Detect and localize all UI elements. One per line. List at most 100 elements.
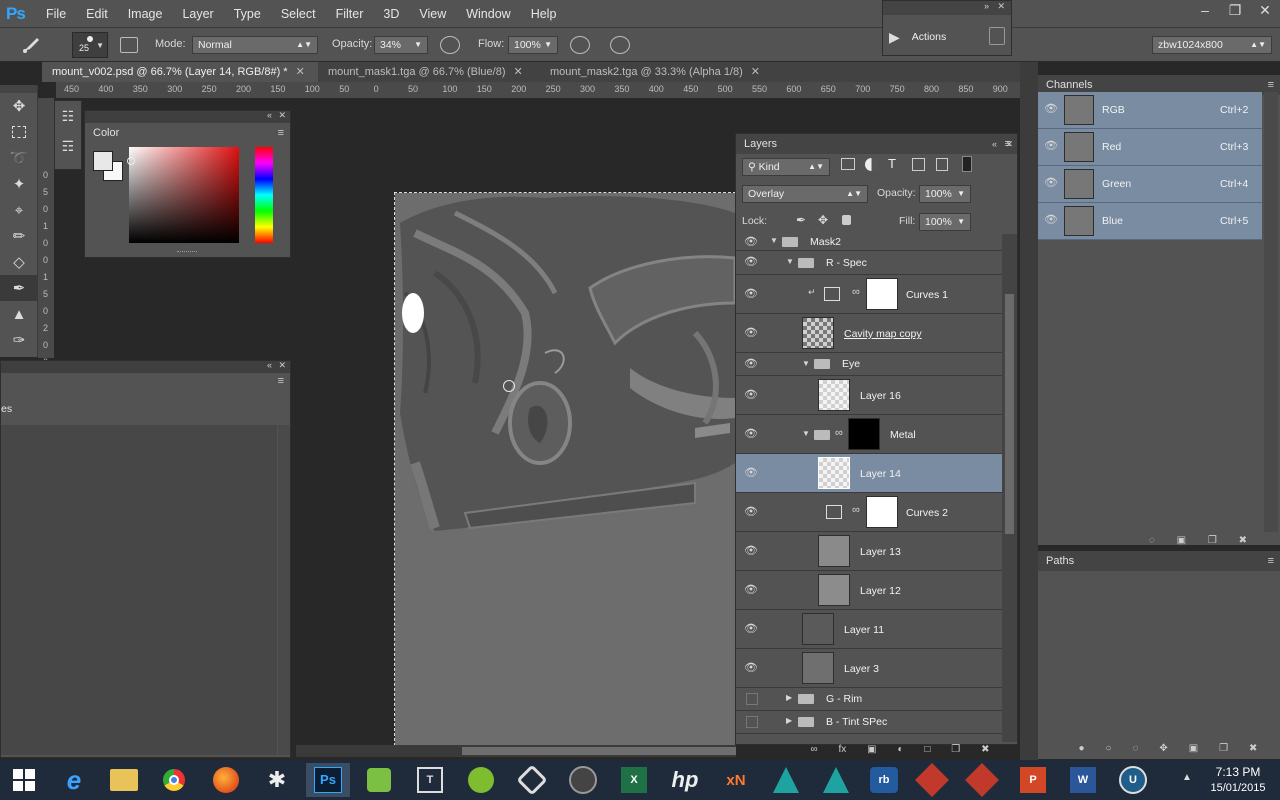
eye-icon[interactable]: 👁 [744, 388, 760, 404]
layer-row-mask2[interactable]: 👁 ▼ Mask2 [736, 234, 1002, 251]
close-icon[interactable]: ✕ [751, 66, 760, 78]
link-icon[interactable]: ∞ [835, 427, 843, 439]
lasso-tool-icon[interactable]: ➰ [0, 145, 38, 171]
eye-icon[interactable]: 👁 [744, 357, 760, 373]
layer-row-cavity-map-copy[interactable]: 👁 Cavity map copy [736, 314, 1002, 353]
mudbox-icon[interactable] [764, 763, 808, 797]
brush-tool-icon[interactable] [20, 36, 42, 54]
collapse-icon[interactable]: » [984, 1, 989, 11]
lock-image-icon[interactable]: ✒ [796, 213, 806, 227]
layer-mask-thumbnail[interactable] [866, 496, 898, 528]
eye-icon[interactable]: 👁 [744, 326, 760, 342]
layer-filter-dropdown[interactable]: ⚲ Kind ▲▼ [742, 158, 830, 176]
foreground-swatch[interactable] [93, 151, 113, 171]
panel-menu-icon[interactable]: ≡ [278, 123, 284, 143]
eye-icon[interactable]: 👁 [744, 466, 760, 482]
magic-wand-tool-icon[interactable]: ✦ [0, 171, 38, 197]
firefox-icon[interactable] [204, 763, 248, 797]
layer-row-b-tint-spec[interactable]: ▶ B - Tint SPec [736, 711, 1002, 734]
panel-menu-icon[interactable]: ≡ [278, 375, 284, 387]
chrome-icon[interactable] [152, 763, 196, 797]
panel-menu-icon[interactable]: ≡ [1005, 138, 1011, 150]
fill-path-icon[interactable]: ● [1078, 743, 1084, 755]
new-layer-icon[interactable]: ❐ [951, 744, 960, 758]
eye-icon[interactable]: 👁 [744, 583, 760, 599]
channel-row-rgb[interactable]: 👁 RGB Ctrl+2 [1038, 92, 1262, 129]
brush-presets-icon[interactable]: ☶ [55, 131, 81, 161]
pressure-size-icon[interactable] [610, 36, 630, 54]
canvas-horizontal-scrollbar[interactable] [296, 745, 736, 757]
tab-mount-mask2[interactable]: mount_mask2.tga @ 33.3% (Alpha 1/8) ✕ [540, 62, 782, 82]
internet-explorer-icon[interactable]: e [52, 763, 96, 797]
menu-type[interactable]: Type [224, 0, 271, 28]
eye-icon[interactable]: 👁 [744, 287, 760, 303]
layer-row-r-spec[interactable]: 👁 ▼ R - Spec [736, 251, 1002, 275]
layer-row-eye[interactable]: 👁 ▼ Eye [736, 353, 1002, 376]
hue-slider[interactable] [255, 147, 273, 243]
notification-chevron-icon[interactable]: ▲ [1182, 772, 1192, 783]
history-brush-tool-icon[interactable]: ✑ [0, 327, 38, 353]
delete-path-icon[interactable]: ✖ [1249, 743, 1257, 755]
close-icon[interactable]: ✕ [278, 110, 286, 121]
blend-mode-dropdown[interactable]: Overlay ▲▼ [742, 185, 868, 203]
new-channel-icon[interactable]: ❐ [1208, 535, 1217, 547]
layer-row-layer-11[interactable]: 👁 Layer 11 [736, 610, 1002, 649]
tools-grip[interactable] [0, 85, 37, 93]
lock-position-icon[interactable]: ✥ [818, 213, 828, 227]
scroll-thumb[interactable] [462, 747, 736, 755]
filter-type-icon[interactable]: T [888, 156, 896, 171]
close-icon[interactable]: ✕ [513, 66, 522, 78]
layer-thumbnail[interactable] [802, 613, 834, 645]
channel-row-green[interactable]: 👁 Green Ctrl+4 [1038, 166, 1262, 203]
pressure-opacity-icon[interactable] [440, 36, 460, 54]
layers-scrollbar[interactable] [1002, 234, 1017, 742]
menu-file[interactable]: File [36, 0, 76, 28]
eye-icon[interactable]: 👁 [744, 622, 760, 638]
expand-icon[interactable]: ▼ [786, 257, 794, 266]
menu-image[interactable]: Image [118, 0, 173, 28]
flow-field[interactable]: 100% ▼ [508, 36, 558, 54]
eye-icon[interactable]: 👁 [1044, 139, 1060, 155]
close-icon[interactable]: ✕ [278, 360, 286, 371]
airbrush-icon[interactable] [570, 36, 590, 54]
eye-icon[interactable]: 👁 [1044, 102, 1060, 118]
brush-tool-icon[interactable]: ✒ [0, 275, 38, 301]
layer-mask-thumbnail[interactable] [866, 278, 898, 310]
layer-row-layer-12[interactable]: 👁 Layer 12 [736, 571, 1002, 610]
file-explorer-icon[interactable] [102, 763, 146, 797]
add-mask-icon[interactable]: ▣ [867, 744, 876, 758]
expand-icon[interactable]: ▶ [786, 716, 792, 725]
maya-icon[interactable] [814, 763, 858, 797]
expand-icon[interactable]: ▶ [786, 693, 792, 702]
unreal-icon[interactable]: U [1111, 763, 1155, 797]
tab-mount-mask1[interactable]: mount_mask1.tga @ 66.7% (Blue/8) ✕ [318, 62, 540, 82]
close-icon[interactable]: ✕ [997, 1, 1005, 12]
expand-icon[interactable]: ▼ [802, 429, 810, 438]
menu-help[interactable]: Help [521, 0, 567, 28]
move-tool-icon[interactable]: ✥ [0, 93, 38, 119]
powerpoint-icon[interactable]: P [1011, 763, 1055, 797]
brush-panel-icon[interactable]: ☷ [55, 101, 81, 131]
layer-thumbnail[interactable] [818, 379, 850, 411]
new-group-icon[interactable]: □ [924, 744, 930, 758]
lock-transparency-icon[interactable] [776, 216, 786, 226]
lock-all-icon[interactable] [842, 215, 851, 225]
actions-tab[interactable]: ▶ Actions [889, 23, 985, 51]
marmoset-icon[interactable] [357, 763, 401, 797]
workspace-dropdown[interactable]: zbw1024x800 ▲▼ [1152, 36, 1272, 54]
link-icon[interactable]: ∞ [852, 286, 860, 298]
substance-painter-icon[interactable] [910, 763, 954, 797]
menu-select[interactable]: Select [271, 0, 326, 28]
new-adjustment-icon[interactable]: ◐ [897, 744, 903, 758]
link-icon[interactable]: ∞ [852, 504, 860, 516]
brush-preset-picker[interactable]: 25 ▼ [72, 32, 108, 58]
menu-window[interactable]: Window [456, 0, 520, 28]
tab-mount-v002[interactable]: mount_v002.psd @ 66.7% (Layer 14, RGB/8#… [42, 62, 318, 82]
menu-edit[interactable]: Edit [76, 0, 118, 28]
xnormal-icon[interactable] [561, 763, 605, 797]
layer-row-metal[interactable]: 👁 ▼ ∞ Metal [736, 415, 1002, 454]
load-selection-icon[interactable]: ◌ [1149, 535, 1155, 547]
eye-icon[interactable]: 👁 [744, 505, 760, 521]
layers-panel-tab[interactable]: Layers « ✕ [736, 134, 1017, 154]
layer-row-layer-16[interactable]: 👁 Layer 16 [736, 376, 1002, 415]
